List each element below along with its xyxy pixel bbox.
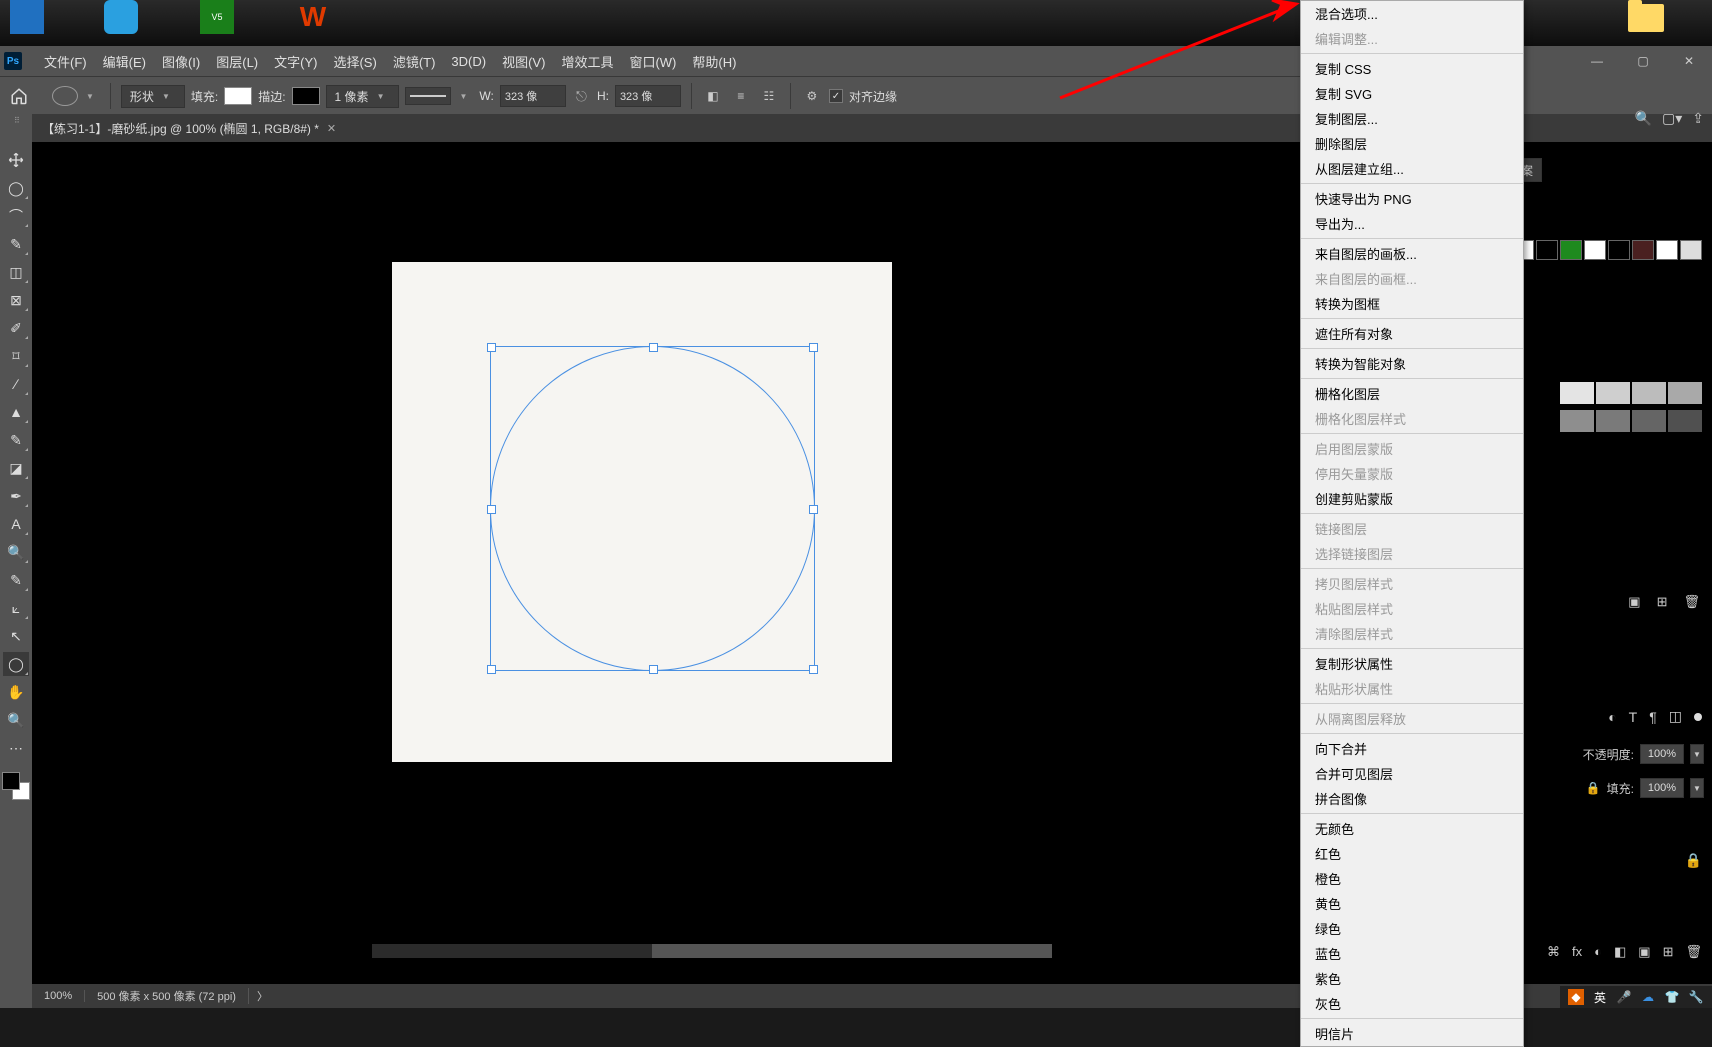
tray-app-icon[interactable]: ◆ [1568,989,1584,1005]
tray-mic-icon[interactable]: 🎤 [1616,989,1632,1005]
tray-tool-icon[interactable]: 🔧 [1688,989,1704,1005]
tray-cloud-icon[interactable]: ☁ [1640,989,1656,1005]
tray-shirt-icon[interactable]: 👕 [1664,989,1680,1005]
ime-indicator[interactable]: 英 [1592,989,1608,1005]
annotation-arrow [0,0,1712,1008]
windows-taskbar-tray: ◆ 英 🎤 ☁ 👕 🔧 [1560,986,1712,1008]
context-menu-item[interactable]: 明信片 [1301,1021,1523,1046]
